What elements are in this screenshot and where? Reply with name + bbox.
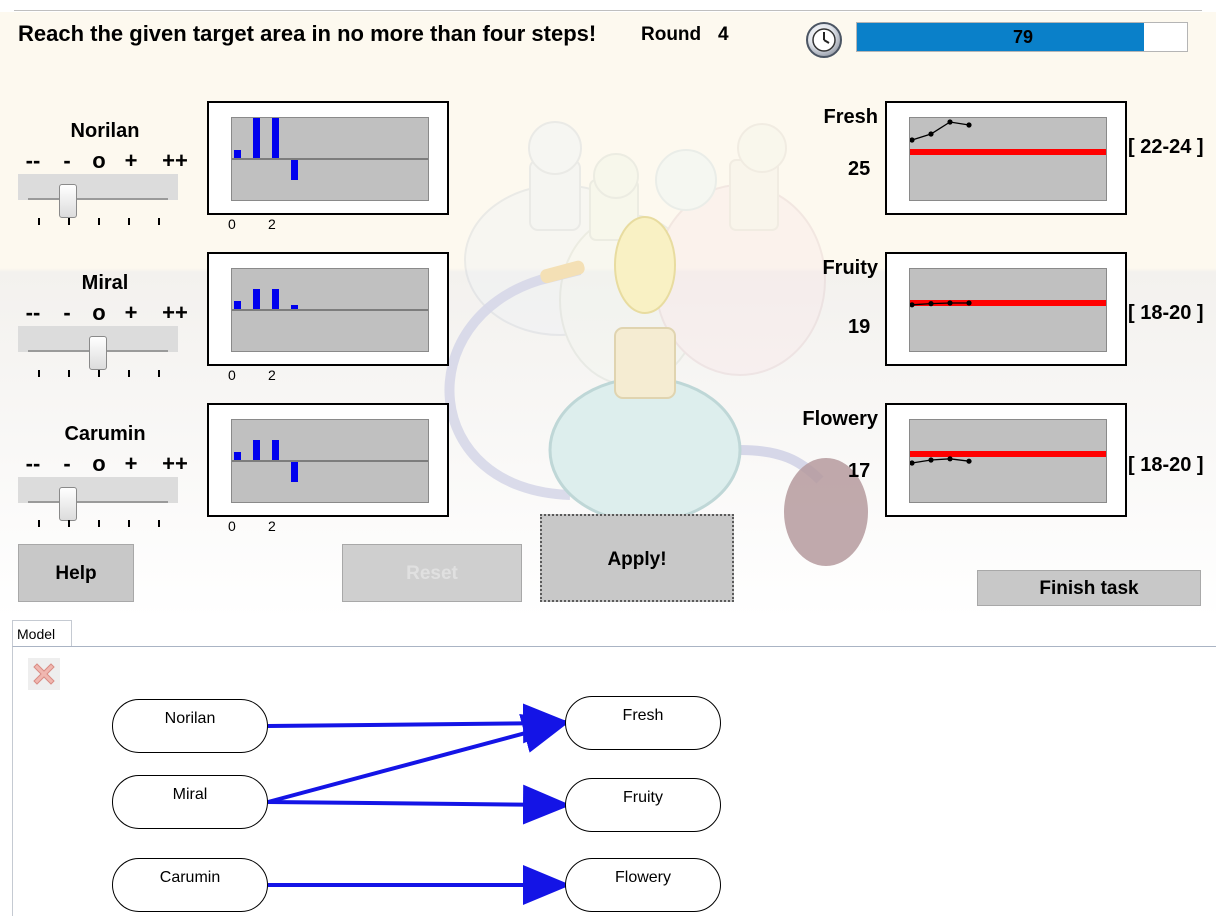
model-node-fruity[interactable]: Fruity bbox=[565, 778, 721, 832]
model-node-flowery[interactable]: Flowery bbox=[565, 858, 721, 912]
model-edge bbox=[267, 714, 571, 804]
model-edge bbox=[267, 703, 571, 744]
model-edge bbox=[267, 784, 571, 825]
model-node-miral[interactable]: Miral bbox=[112, 775, 268, 829]
model-node-fresh[interactable]: Fresh bbox=[565, 696, 721, 750]
model-node-carumin[interactable]: Carumin bbox=[112, 858, 268, 912]
model-node-norilan[interactable]: Norilan bbox=[112, 699, 268, 753]
